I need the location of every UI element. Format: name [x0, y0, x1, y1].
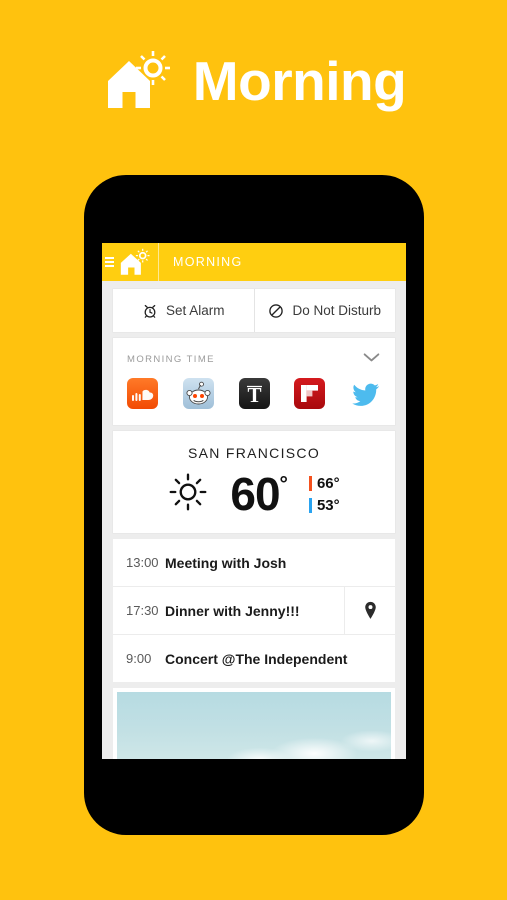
morning-time-card: MORNING TIME T — [113, 338, 395, 425]
soundcloud-icon[interactable] — [127, 378, 158, 409]
degree-symbol: ° — [279, 473, 288, 496]
do-not-disturb-label: Do Not Disturb — [292, 303, 382, 318]
low-temperature-value: 53° — [316, 496, 340, 514]
high-temp-bar — [308, 475, 312, 491]
sky-with-clouds-photo — [117, 692, 391, 759]
alarm-clock-icon — [142, 303, 158, 319]
app-title: MORNING — [173, 255, 243, 269]
quick-actions-card: Set Alarm Do Not Disturb — [113, 289, 395, 332]
chevron-down-icon[interactable] — [362, 350, 381, 368]
event-time: 9:00 — [126, 651, 152, 666]
high-temperature-value: 66° — [316, 474, 340, 492]
morning-time-label: MORNING TIME — [127, 353, 215, 365]
current-temperature: 60 ° — [230, 468, 288, 520]
twitter-icon[interactable] — [350, 378, 381, 409]
low-temperature-row: 53° — [308, 496, 340, 514]
temperature-value: 60 — [230, 468, 280, 520]
events-list: 13:00 Meeting with Josh 17:30 Dinner wit… — [113, 539, 395, 682]
do-not-disturb-icon — [268, 303, 284, 319]
photo-card[interactable] — [113, 688, 395, 759]
set-alarm-label: Set Alarm — [165, 303, 225, 318]
nytimes-icon[interactable]: T — [238, 378, 270, 409]
table-row[interactable]: 9:00 Concert @The Independent — [113, 635, 395, 682]
table-row[interactable]: 13:00 Meeting with Josh — [113, 539, 395, 587]
map-pin-icon[interactable] — [344, 587, 395, 634]
low-temp-bar — [308, 497, 312, 513]
app-shortcut-list: T — [113, 372, 395, 425]
reddit-icon[interactable] — [182, 378, 214, 409]
weather-city: SAN FRANCISCO — [187, 445, 321, 461]
house-sun-icon — [101, 48, 171, 114]
weather-card: SAN FRANCISCO 60 ° 66° 53° — [113, 431, 395, 533]
high-low-temperatures: 66° 53° — [308, 474, 340, 514]
event-title: Meeting with Josh — [165, 554, 287, 571]
high-temperature-row: 66° — [308, 474, 340, 492]
set-alarm-button[interactable]: Set Alarm — [113, 289, 254, 332]
event-time: 13:00 — [126, 555, 159, 570]
page-title: Morning — [192, 49, 407, 112]
hamburger-menu-icon[interactable] — [105, 257, 114, 267]
house-sun-icon — [119, 248, 150, 276]
phone-mockup: MORNING Set Alarm Do Not Disturb MORNING… — [84, 175, 424, 835]
event-title: Dinner with Jenny!!! — [165, 602, 300, 619]
hero-banner: Morning — [0, 0, 507, 170]
event-title: Concert @The Independent — [165, 650, 348, 667]
do-not-disturb-button[interactable]: Do Not Disturb — [253, 289, 396, 332]
event-time: 17:30 — [126, 603, 159, 618]
app-header-bar: MORNING — [102, 243, 406, 281]
phone-screen: MORNING Set Alarm Do Not Disturb MORNING… — [102, 243, 406, 759]
table-row[interactable]: 17:30 Dinner with Jenny!!! — [113, 587, 395, 635]
flipboard-icon[interactable] — [294, 378, 326, 409]
sun-icon — [168, 472, 208, 517]
